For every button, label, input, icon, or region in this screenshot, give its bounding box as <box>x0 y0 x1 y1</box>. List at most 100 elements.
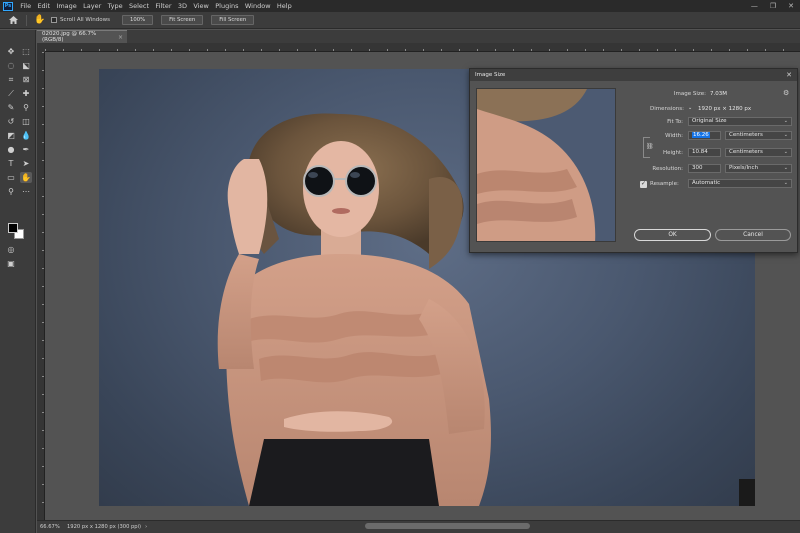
home-icon[interactable] <box>6 13 20 27</box>
more-tools-icon[interactable]: ⋯ <box>20 186 32 197</box>
dimensions-label: Dimensions: <box>650 106 684 112</box>
menu-help[interactable]: Help <box>274 2 295 10</box>
zoom-100-button[interactable]: 100% <box>121 15 154 25</box>
gear-icon[interactable]: ⚙ <box>783 89 789 97</box>
width-unit-select[interactable]: Centimeters ⌄ <box>725 131 792 140</box>
zoom-tool-icon[interactable]: ⚲ <box>5 186 17 197</box>
width-unit-value: Centimeters <box>729 132 763 138</box>
minimize-button[interactable]: — <box>751 2 758 10</box>
resolution-unit-select[interactable]: Pixels/Inch ⌄ <box>725 164 792 173</box>
horizontal-ruler <box>45 43 800 52</box>
preview-thumbnail <box>477 89 615 241</box>
scroll-all-windows-checkbox[interactable] <box>51 17 57 23</box>
menu-layer[interactable]: Layer <box>80 2 105 10</box>
dialog-title-bar[interactable]: Image Size ✕ <box>470 69 797 81</box>
history-brush-tool-icon[interactable]: ↺ <box>5 116 17 127</box>
menu-edit[interactable]: Edit <box>34 2 53 10</box>
scroll-all-windows-label: Scroll All Windows <box>60 17 110 23</box>
clone-stamp-tool-icon[interactable]: ⚲ <box>20 102 32 113</box>
ruler-corner <box>37 43 45 52</box>
resolution-input[interactable]: 300 <box>688 164 721 173</box>
image-size-dialog: Image Size ✕ Image Size: 7.03M ⚙ Dimensi… <box>469 68 798 253</box>
dialog-close-icon[interactable]: ✕ <box>786 71 792 79</box>
menu-type[interactable]: Type <box>104 2 125 10</box>
resolution-value: 300 <box>692 165 703 171</box>
type-tool-icon[interactable]: T <box>5 158 17 169</box>
link-icon[interactable]: ⛓ <box>646 143 654 150</box>
ok-button[interactable]: OK <box>634 229 711 241</box>
scroll-all-windows-option[interactable]: Scroll All Windows <box>51 17 110 23</box>
image-size-label: Image Size: <box>673 91 706 97</box>
lasso-tool-icon[interactable]: ◌ <box>5 60 17 71</box>
quick-mask-icon[interactable]: ◎ <box>5 244 17 255</box>
width-input[interactable]: 16.26 <box>688 131 721 140</box>
tools-panel: ✥ ⬚ ◌ ⬕ ⌗ ⊠ ⟋ ✚ ✎ ⚲ ↺ ◫ ◩ 💧 ● ✒ T ➤ ▭ ✋ … <box>0 30 36 533</box>
options-separator <box>26 14 27 26</box>
cancel-button[interactable]: Cancel <box>715 229 791 241</box>
tab-strip <box>127 30 800 43</box>
dimensions-dropdown-icon[interactable]: ⌄ <box>688 105 692 111</box>
foreground-color-swatch[interactable] <box>8 223 18 233</box>
resample-select[interactable]: Automatic ⌄ <box>688 179 792 188</box>
vertical-ruler <box>37 52 45 520</box>
photoshop-window: Ps File Edit Image Layer Type Select Fil… <box>0 0 800 533</box>
menu-3d[interactable]: 3D <box>175 2 191 10</box>
object-select-tool-icon[interactable]: ⬕ <box>20 60 32 71</box>
fit-to-value: Original Size <box>692 118 727 124</box>
fit-to-label: Fit To: <box>667 119 683 125</box>
dialog-title: Image Size <box>475 72 506 78</box>
fit-screen-button[interactable]: Fit Screen <box>161 15 204 25</box>
menu-image[interactable]: Image <box>53 2 80 10</box>
resample-label: Resample: <box>650 181 679 187</box>
pen-tool-icon[interactable]: ✒ <box>20 144 32 155</box>
path-select-tool-icon[interactable]: ➤ <box>20 158 32 169</box>
close-tab-icon[interactable]: × <box>118 34 123 41</box>
fill-screen-button[interactable]: Fill Screen <box>211 15 255 25</box>
height-unit-select[interactable]: Centimeters ⌄ <box>725 148 792 157</box>
move-tool-icon[interactable]: ✥ <box>5 46 17 57</box>
close-window-button[interactable]: ✕ <box>788 2 794 10</box>
document-tab[interactable]: 02020.jpg @ 66.7% (RGB/8) × <box>37 30 127 43</box>
height-value: 10.84 <box>692 149 708 155</box>
dodge-tool-icon[interactable]: ● <box>5 144 17 155</box>
menu-filter[interactable]: Filter <box>152 2 174 10</box>
menu-select[interactable]: Select <box>126 2 152 10</box>
resolution-label: Resolution: <box>652 166 683 172</box>
chevron-down-icon: ⌄ <box>783 165 788 171</box>
menu-window[interactable]: Window <box>242 2 274 10</box>
zoom-level[interactable]: 66.67% <box>37 524 61 530</box>
shape-tool-icon[interactable]: ▭ <box>5 172 17 183</box>
horizontal-scrollbar[interactable] <box>365 523 530 529</box>
height-input[interactable]: 10.84 <box>688 148 721 157</box>
menu-plugins[interactable]: Plugins <box>212 2 242 10</box>
blur-tool-icon[interactable]: 💧 <box>20 130 32 141</box>
marquee-tool-icon[interactable]: ⬚ <box>20 46 32 57</box>
fit-to-select[interactable]: Original Size ⌄ <box>688 117 792 126</box>
resample-checkbox[interactable]: ✓ <box>640 181 647 188</box>
resample-value: Automatic <box>692 180 721 186</box>
document-info: 1920 px x 1280 px (300 ppi) <box>67 524 142 530</box>
eyedropper-tool-icon[interactable]: ⟋ <box>5 88 17 99</box>
healing-brush-tool-icon[interactable]: ✚ <box>20 88 32 99</box>
image-preview[interactable] <box>476 88 616 242</box>
status-menu-arrow-icon[interactable]: › <box>145 524 147 530</box>
maximize-button[interactable]: ❐ <box>770 2 776 10</box>
screen-mode-icon[interactable]: ▣ <box>5 258 17 269</box>
image-size-value: 7.03M <box>710 91 727 97</box>
resolution-unit-value: Pixels/Inch <box>729 165 759 171</box>
width-label: Width: <box>665 133 683 139</box>
eraser-tool-icon[interactable]: ◫ <box>20 116 32 127</box>
frame-tool-icon[interactable]: ⊠ <box>20 74 32 85</box>
hand-tool-icon[interactable]: ✋ <box>20 172 32 183</box>
window-controls: — ❐ ✕ <box>751 2 800 10</box>
menu-file[interactable]: File <box>17 2 34 10</box>
hand-icon[interactable]: ✋ <box>33 13 47 27</box>
brush-tool-icon[interactable]: ✎ <box>5 102 17 113</box>
paint-bucket-tool-icon[interactable]: ◩ <box>5 130 17 141</box>
menu-view[interactable]: View <box>190 2 212 10</box>
crop-tool-icon[interactable]: ⌗ <box>5 74 17 85</box>
height-unit-value: Centimeters <box>729 149 763 155</box>
height-label: Height: <box>662 150 683 156</box>
chevron-down-icon: ⌄ <box>783 132 788 138</box>
chevron-down-icon: ⌄ <box>783 118 788 124</box>
